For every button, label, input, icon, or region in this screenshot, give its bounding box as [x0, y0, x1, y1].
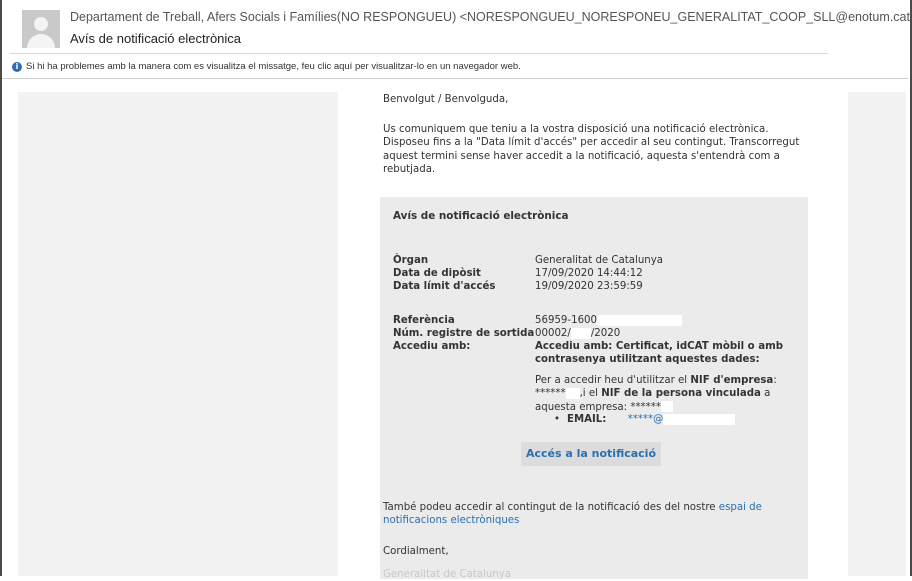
registry-label: Núm. registre de sortida: [393, 328, 535, 339]
access-with-label: Accediu amb:: [393, 341, 471, 352]
reference-value: 56959-1600: [535, 314, 683, 327]
header-separator: [10, 53, 828, 54]
nif-instructions: Per a accedir heu d'utilitzar el NIF d'e…: [535, 374, 790, 414]
nif-text-1: Per a accedir heu d'utilitzar el: [535, 375, 691, 386]
organ-value: Generalitat de Catalunya: [535, 255, 664, 266]
nif-text-3: ,i el: [579, 388, 602, 400]
alternative-access-paragraph: També podeu accedir al contingut de la n…: [383, 501, 808, 528]
signature-faded: Generalitat de Catalunya: [383, 569, 512, 580]
body-divider: [2, 78, 908, 79]
reference-number: 56959-1600: [535, 315, 598, 326]
nif-company-label: NIF d'empresa: [690, 375, 774, 386]
deposit-date-value: 17/09/2020 14:44:12: [535, 268, 643, 279]
info-bar[interactable]: i Si hi ha problemes amb la manera com e…: [12, 61, 521, 72]
avatar-body-shape: [27, 34, 55, 48]
deposit-date-label: Data de dipòsit: [393, 268, 481, 279]
sender-avatar: [22, 10, 60, 48]
access-notification-button[interactable]: Accés a la notificació: [521, 442, 661, 466]
organ-label: Òrgan: [393, 255, 429, 266]
closing: Cordialment,: [383, 546, 449, 557]
avatar-head-shape: [34, 17, 48, 31]
registry-value: 00002/ /2020: [535, 327, 620, 340]
registry-redaction: [570, 327, 591, 339]
nif-text-2: :: [773, 375, 777, 386]
nif-person-mask: ******: [630, 401, 661, 413]
access-limit-value: 19/09/2020 23:59:59: [535, 281, 643, 292]
email-value: *****@: [627, 414, 664, 425]
email-label: EMAIL:: [567, 414, 607, 425]
registry-prefix: 00002/: [535, 328, 571, 339]
registry-suffix: /2020: [590, 328, 621, 339]
nif-company-redaction: [565, 387, 580, 399]
access-method-value: Accediu amb: Certificat, idCAT mòbil o a…: [535, 341, 783, 366]
nif-person-label: NIF de la persona vinculada: [601, 388, 761, 400]
left-gray-margin: [18, 92, 338, 576]
info-bar-text[interactable]: Si hi ha problemes amb la manera com es …: [26, 61, 521, 72]
intro-paragraph: Us comuniquem que teniu a la vostra disp…: [383, 124, 800, 176]
alternative-access-text: També podeu accedir al contingut de la n…: [383, 502, 719, 513]
reference-label: Referència: [393, 315, 455, 326]
right-gray-margin: [848, 92, 906, 576]
email-redaction: [663, 413, 736, 425]
email-row: • EMAIL: *****@: [554, 413, 736, 426]
access-limit-label: Data límit d'accés: [393, 281, 496, 292]
nif-company-mask: ******: [535, 388, 566, 400]
email-subject: Avís de notificació electrònica: [70, 31, 242, 46]
sender-address[interactable]: Departament de Treball, Afers Socials i …: [70, 10, 912, 24]
email-bullet: •: [554, 414, 561, 425]
greeting: Benvolgut / Benvolguda,: [383, 94, 509, 105]
nif-person-redaction: [660, 401, 673, 413]
notification-title: Avís de notificació electrònica: [393, 210, 569, 222]
email-header: Departament de Treball, Afers Socials i …: [8, 6, 912, 58]
info-icon: i: [12, 61, 22, 72]
reference-redaction: [597, 314, 683, 326]
